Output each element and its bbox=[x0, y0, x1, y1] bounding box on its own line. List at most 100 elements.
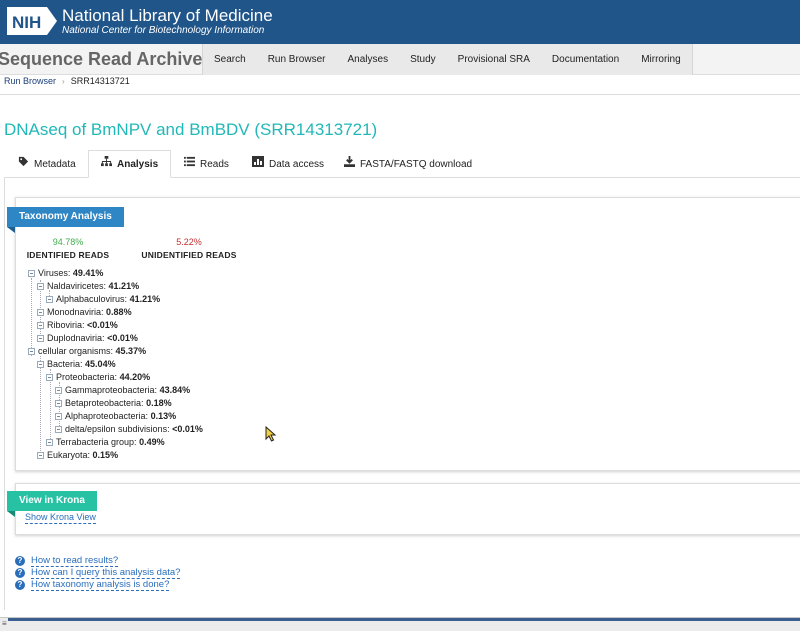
expand-icon[interactable] bbox=[46, 296, 53, 303]
tree-node[interactable]: Gammaproteobacteria: 43.84% bbox=[55, 385, 190, 396]
tree-node[interactable]: Betaproteobacteria: 0.18% bbox=[55, 398, 172, 409]
collapse-icon[interactable] bbox=[37, 283, 44, 290]
question-icon: ? bbox=[15, 580, 25, 590]
tree-node[interactable]: Riboviria: <0.01% bbox=[37, 320, 118, 331]
sra-header: Sequence Read Archive Search Run Browser… bbox=[0, 44, 800, 75]
expand-icon[interactable] bbox=[55, 400, 62, 407]
krona-ribbon: View in Krona bbox=[7, 491, 97, 511]
help-link[interactable]: ? How can I query this analysis data? bbox=[15, 567, 181, 579]
tree-node-value: 0.18% bbox=[146, 398, 172, 408]
identified-reads-stat: 94.78% IDENTIFIED READS bbox=[25, 237, 111, 260]
nih-logo[interactable]: NIH bbox=[7, 7, 57, 35]
tree-node-name: Terrabacteria group: bbox=[56, 437, 137, 447]
expand-icon[interactable] bbox=[37, 322, 44, 329]
collapse-icon[interactable] bbox=[37, 361, 44, 368]
tree-node[interactable]: Eukaryota: 0.15% bbox=[37, 450, 118, 461]
tree-node-value: <0.01% bbox=[107, 333, 138, 343]
tree-node-value: <0.01% bbox=[87, 320, 118, 330]
divider bbox=[0, 94, 800, 95]
help-link[interactable]: ? How to read results? bbox=[15, 555, 119, 567]
nav-analyses[interactable]: Analyses bbox=[337, 44, 400, 75]
expand-icon[interactable] bbox=[37, 452, 44, 459]
download-icon bbox=[344, 151, 355, 178]
question-icon: ? bbox=[15, 568, 25, 578]
taxonomy-ribbon: Taxonomy Analysis bbox=[7, 207, 124, 227]
collapse-icon[interactable] bbox=[46, 374, 53, 381]
nav-mirroring[interactable]: Mirroring bbox=[630, 44, 691, 75]
tree-node-value: 41.21% bbox=[108, 281, 140, 291]
expand-icon[interactable] bbox=[37, 335, 44, 342]
collapse-icon[interactable] bbox=[28, 348, 35, 355]
tree-node[interactable]: Naldaviricetes: 41.21% bbox=[37, 281, 139, 292]
help-link-text[interactable]: How to read results? bbox=[31, 555, 119, 567]
breadcrumb-current: SRR14313721 bbox=[70, 76, 130, 86]
nav-documentation[interactable]: Documentation bbox=[541, 44, 630, 75]
tree-node-value: 0.13% bbox=[150, 411, 177, 421]
tag-icon bbox=[18, 151, 29, 178]
tree-node-value: 45.04% bbox=[85, 359, 116, 369]
help-link-text[interactable]: How taxonomy analysis is done? bbox=[31, 579, 170, 591]
question-icon: ? bbox=[15, 556, 25, 566]
tree-node-name: delta/epsilon subdivisions: bbox=[65, 424, 170, 434]
expand-icon[interactable] bbox=[55, 413, 62, 420]
tree-node-value: 0.15% bbox=[92, 450, 119, 460]
nav-search[interactable]: Search bbox=[203, 44, 257, 75]
nav-run-browser[interactable]: Run Browser bbox=[257, 44, 337, 75]
tree-node-name: Gammaproteobacteria: bbox=[65, 385, 158, 395]
expand-icon[interactable] bbox=[37, 309, 44, 316]
tree-node[interactable]: cellular organisms: 45.37% bbox=[28, 346, 146, 357]
hierarchy-icon bbox=[101, 151, 112, 178]
tree-node-value: <0.01% bbox=[172, 424, 203, 434]
show-krona-view-link[interactable]: Show Krona View bbox=[25, 512, 96, 524]
help-link-text[interactable]: How can I query this analysis data? bbox=[31, 567, 181, 579]
breadcrumb-run-browser[interactable]: Run Browser bbox=[4, 76, 56, 86]
tab-data-access-label: Data access bbox=[269, 158, 325, 170]
tree-node-name: Riboviria: bbox=[47, 320, 85, 330]
tab-data-access[interactable]: Data access bbox=[252, 150, 324, 178]
tree-node[interactable]: Proteobacteria: 44.20% bbox=[46, 372, 150, 383]
nih-banner: NIH National Library of Medicine Nationa… bbox=[0, 0, 800, 44]
tab-reads[interactable]: Reads bbox=[184, 150, 229, 178]
tree-node-name: Betaproteobacteria: bbox=[65, 398, 144, 408]
nav-study[interactable]: Study bbox=[399, 44, 447, 75]
tree-node[interactable]: Bacteria: 45.04% bbox=[37, 359, 116, 370]
expand-icon[interactable] bbox=[46, 439, 53, 446]
sra-title[interactable]: Sequence Read Archive bbox=[0, 49, 202, 70]
identified-pct: 94.78% bbox=[52, 237, 84, 247]
help-link[interactable]: ? How taxonomy analysis is done? bbox=[15, 579, 170, 591]
bottom-mark: ≡ bbox=[2, 619, 7, 628]
ribbon-fold bbox=[7, 511, 15, 517]
unidentified-reads-stat: 5.22% UNIDENTIFIED READS bbox=[139, 237, 239, 260]
tree-node[interactable]: delta/epsilon subdivisions: <0.01% bbox=[55, 424, 203, 435]
tab-analysis[interactable]: Analysis bbox=[88, 150, 172, 178]
tree-node-name: Alphabaculovirus: bbox=[56, 294, 128, 304]
expand-icon[interactable] bbox=[55, 426, 62, 433]
expand-icon[interactable] bbox=[55, 387, 62, 394]
nih-title[interactable]: National Library of Medicine bbox=[62, 6, 273, 26]
page-title: DNAseq of BmNPV and BmBDV (SRR14313721) bbox=[4, 120, 378, 139]
tree-node[interactable]: Duplodnaviria: <0.01% bbox=[37, 333, 138, 344]
tab-metadata-label: Metadata bbox=[34, 158, 76, 170]
tab-bar: Metadata Analysis Reads Data access FAST… bbox=[4, 150, 800, 178]
tree-node-value: 43.84% bbox=[159, 385, 191, 395]
nih-subtitle: National Center for Biotechnology Inform… bbox=[62, 25, 265, 36]
identified-label: IDENTIFIED READS bbox=[26, 250, 110, 260]
bottom-stripe bbox=[8, 618, 800, 621]
tree-node[interactable]: Alphaproteobacteria: 0.13% bbox=[55, 411, 176, 422]
tree-node-name: Viruses: bbox=[38, 268, 71, 278]
ribbon-fold bbox=[7, 227, 15, 233]
tree-node[interactable]: Monodnaviria: 0.88% bbox=[37, 307, 132, 318]
nav-provisional-sra[interactable]: Provisional SRA bbox=[447, 44, 541, 75]
tree-node[interactable]: Alphabaculovirus: 41.21% bbox=[46, 294, 160, 305]
tree-node[interactable]: Viruses: 49.41% bbox=[28, 268, 103, 279]
tab-fasta-download[interactable]: FASTA/FASTQ download bbox=[344, 150, 472, 178]
tab-metadata[interactable]: Metadata bbox=[18, 150, 76, 178]
tree-line bbox=[31, 278, 32, 356]
breadcrumb: Run Browser › SRR14313721 bbox=[4, 76, 130, 86]
tree-node-value: 0.88% bbox=[106, 307, 132, 317]
collapse-icon[interactable] bbox=[28, 270, 35, 277]
tree-line bbox=[40, 356, 41, 455]
tree-node[interactable]: Terrabacteria group: 0.49% bbox=[46, 437, 165, 448]
tree-node-value: 0.49% bbox=[139, 437, 165, 447]
tab-reads-label: Reads bbox=[200, 158, 229, 170]
